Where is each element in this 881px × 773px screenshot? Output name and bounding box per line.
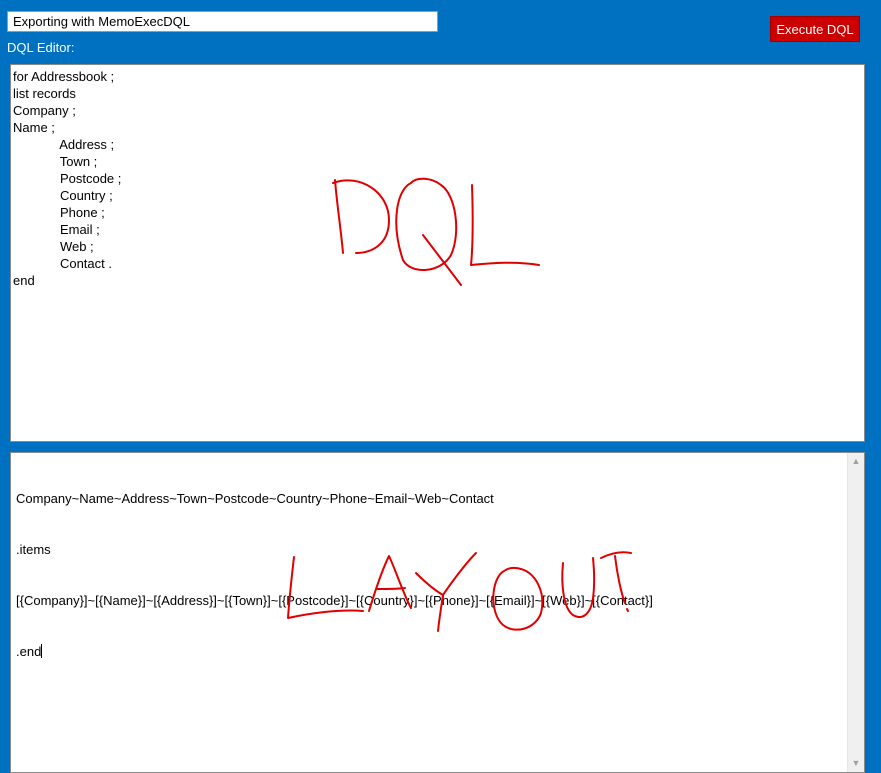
layout-editor-text[interactable]: Company~Name~Address~Town~Postcode~Count… — [16, 456, 653, 694]
vertical-scrollbar[interactable]: ▲ ▼ — [847, 453, 864, 772]
layout-editor[interactable]: Company~Name~Address~Town~Postcode~Count… — [10, 452, 865, 773]
dql-handwritten-annotation — [332, 177, 540, 286]
app-window: Execute DQL DQL Editor: for Addressbook … — [0, 0, 881, 773]
layout-line-items: .items — [16, 542, 51, 557]
layout-line-fields: [{Company}]~[{Name}]~[{Address}]~[{Town}… — [16, 593, 653, 608]
layout-line-header: Company~Name~Address~Town~Postcode~Count… — [16, 491, 494, 506]
dql-editor[interactable]: for Addressbook ; list records Company ;… — [10, 64, 865, 442]
execute-dql-button[interactable]: Execute DQL — [770, 16, 860, 42]
dql-editor-label: DQL Editor: — [7, 40, 75, 55]
dql-editor-text[interactable]: for Addressbook ; list records Company ;… — [13, 68, 121, 289]
title-input[interactable] — [7, 11, 438, 32]
chevron-up-icon[interactable]: ▲ — [848, 453, 864, 470]
text-caret — [41, 644, 43, 658]
layout-line-end: .end — [16, 644, 42, 659]
layout-line-end-wrapper: .end — [16, 643, 653, 660]
chevron-down-icon[interactable]: ▼ — [848, 755, 864, 772]
